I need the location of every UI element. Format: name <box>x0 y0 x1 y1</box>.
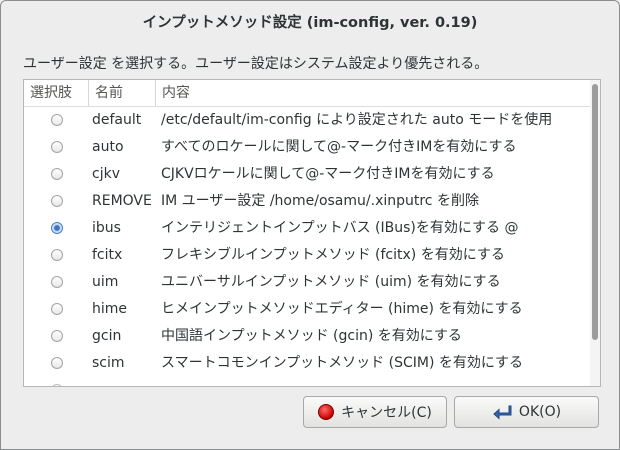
list-row[interactable]: gcin 中国語インプットメソッド (gcin) を有効にする <box>24 323 590 350</box>
row-name: fcitx <box>92 247 123 263</box>
row-description: ユニバーサルインプットメソッド (uim) を有効にする <box>161 274 501 290</box>
ok-button-label: OK(O) <box>518 404 562 420</box>
cancel-button[interactable]: キャンセル(C) <box>303 396 447 428</box>
scrollbar-thumb[interactable] <box>592 84 598 340</box>
radio-button[interactable] <box>51 249 63 261</box>
radio-button[interactable] <box>51 168 63 180</box>
row-description: スマートコモンインプットメソッド (SCIM) を有効にする <box>161 355 523 371</box>
row-description: CJKVロケールに関して@-マーク付きIMを有効にする <box>161 166 495 182</box>
im-config-dialog: インプットメソッド設定 (im-config, ver. 0.19) ユーザー設… <box>0 0 620 450</box>
radio-button[interactable] <box>51 384 63 386</box>
radio-button[interactable] <box>51 330 63 342</box>
list-row[interactable]: default /etc/default/im-config により設定された … <box>24 107 590 134</box>
list-rows: default /etc/default/im-config により設定された … <box>24 107 590 386</box>
column-header-name[interactable]: 名前 <box>88 80 155 106</box>
list-header: 選択肢 名前 内容 <box>24 80 590 107</box>
list-row[interactable]: REMOVE IM ユーザー設定 /home/osamu/.xinputrc を… <box>24 188 590 215</box>
list-row[interactable]: scim スマートコモンインプットメソッド (SCIM) を有効にする <box>24 350 590 377</box>
list-row[interactable]: ibus インテリジェントインプットバス (IBus)を有効にする @ <box>24 215 590 242</box>
radio-button[interactable] <box>51 195 63 207</box>
window-title: インプットメソッド設定 (im-config, ver. 0.19) <box>142 15 478 31</box>
row-name: REMOVE <box>92 193 152 209</box>
row-name: default <box>92 112 142 128</box>
radio-button[interactable] <box>51 276 63 288</box>
radio-button[interactable] <box>51 357 63 369</box>
stop-icon <box>318 404 335 420</box>
row-description: ヒメインプットメソッドエディター (hime) を有効にする <box>161 301 523 317</box>
radio-button[interactable] <box>51 141 63 153</box>
list-row[interactable]: cjkv CJKVロケールに関して@-マーク付きIMを有効にする <box>24 161 590 188</box>
ok-button[interactable]: OK(O) <box>454 396 599 428</box>
column-header-choice[interactable]: 選択肢 <box>24 80 90 106</box>
radio-button[interactable] <box>51 114 63 126</box>
radio-button[interactable] <box>51 303 63 315</box>
list-row[interactable] <box>24 377 590 386</box>
return-arrow-icon <box>492 404 512 420</box>
column-header-description[interactable]: 内容 <box>155 80 582 106</box>
row-name: hime <box>92 301 128 317</box>
list-row[interactable]: hime ヒメインプットメソッドエディター (hime) を有効にする <box>24 296 590 323</box>
list-row[interactable]: auto すべてのロケールに関して@-マーク付きIMを有効にする <box>24 134 590 161</box>
input-method-list[interactable]: 選択肢 名前 内容 default /etc/default/im-config… <box>23 79 601 387</box>
list-row[interactable]: uim ユニバーサルインプットメソッド (uim) を有効にする <box>24 269 590 296</box>
cancel-button-label: キャンセル(C) <box>341 405 432 421</box>
row-name: auto <box>92 139 124 155</box>
row-name: gcin <box>92 328 122 344</box>
row-name: cjkv <box>92 166 120 182</box>
row-description: フレキシブルインプットメソッド (fcitx) を有効にする <box>161 247 505 263</box>
row-description: 中国語インプットメソッド (gcin) を有効にする <box>161 328 462 344</box>
row-description: IM ユーザー設定 /home/osamu/.xinputrc を削除 <box>161 193 479 209</box>
vertical-scrollbar[interactable] <box>590 80 600 386</box>
row-name: uim <box>92 274 119 290</box>
list-row[interactable]: fcitx フレキシブルインプットメソッド (fcitx) を有効にする <box>24 242 590 269</box>
row-description: インテリジェントインプットバス (IBus)を有効にする @ <box>161 220 519 236</box>
row-description: /etc/default/im-config により設定された auto モード… <box>161 112 553 128</box>
dialog-instruction: ユーザー設定 を選択する。ユーザー設定はシステム設定より優先される。 <box>23 56 489 72</box>
row-name: scim <box>92 355 125 371</box>
row-description: すべてのロケールに関して@-マーク付きIMを有効にする <box>161 139 517 155</box>
row-name: ibus <box>92 220 121 236</box>
radio-button[interactable] <box>51 222 63 234</box>
